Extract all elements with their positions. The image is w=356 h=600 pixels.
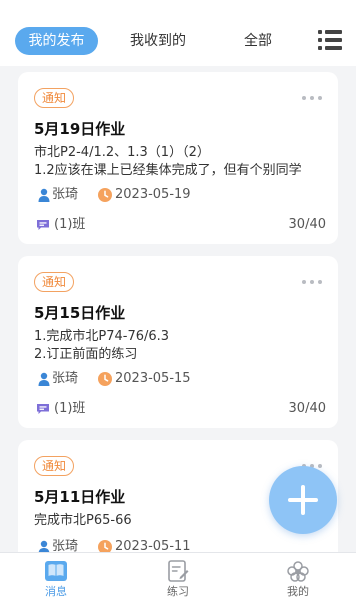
exercise-edit-icon	[168, 560, 189, 582]
clock-icon	[98, 540, 112, 552]
card-title: 5月19日作业	[34, 120, 126, 138]
top-tab-bar: 我的发布 我收到的 全部	[0, 0, 356, 66]
author-name: 张琦	[52, 539, 79, 552]
author-name: 张琦	[52, 187, 79, 202]
bottom-nav: 消息 练习 我的	[0, 552, 356, 600]
chat-icon	[37, 404, 49, 414]
clock-icon	[98, 188, 112, 202]
read-count: 30/40	[288, 217, 326, 232]
read-count: 30/40	[288, 401, 326, 416]
card-footer: (1)班 30/40	[34, 216, 326, 234]
publish-date: 2023-05-15	[115, 371, 191, 386]
card-body-line: 市北P2-4/1.2、1.3（1）（2）	[34, 145, 210, 160]
list-item[interactable]: 通知 5月15日作业 1.完成市北P74-76/6.3 2.订正前面的练习 张琦…	[18, 256, 338, 428]
person-icon	[38, 188, 50, 202]
card-footer: (1)班 30/40	[34, 400, 326, 418]
tab-all[interactable]: 全部	[232, 27, 284, 55]
nav-label: 练习	[167, 585, 189, 598]
person-icon	[38, 540, 50, 552]
clock-icon	[98, 372, 112, 386]
nav-label: 我的	[287, 585, 309, 598]
author-name: 张琦	[52, 371, 79, 386]
notice-badge: 通知	[34, 456, 74, 476]
card-title: 5月15日作业	[34, 304, 126, 322]
card-body-line: 2.订正前面的练习	[34, 347, 138, 362]
list-item[interactable]: 通知 5月19日作业 市北P2-4/1.2、1.3（1）（2） 1.2应该在课上…	[18, 72, 338, 244]
class-name: (1)班	[54, 217, 86, 232]
publish-date: 2023-05-19	[115, 187, 191, 202]
card-meta: 张琦 2023-05-19	[34, 186, 234, 204]
notice-badge: 通知	[34, 272, 74, 292]
chat-icon	[37, 220, 49, 230]
nav-label: 消息	[45, 585, 67, 598]
tab-received[interactable]: 我收到的	[120, 27, 196, 55]
nav-item-exercise[interactable]: 练习	[148, 553, 208, 600]
more-options-icon[interactable]	[302, 96, 322, 100]
more-options-icon[interactable]	[302, 280, 322, 284]
card-title: 5月11日作业	[34, 488, 126, 506]
card-meta: 张琦 2023-05-11	[34, 538, 234, 552]
publish-date: 2023-05-11	[115, 539, 191, 552]
message-book-icon	[45, 561, 67, 581]
person-icon	[38, 372, 50, 386]
notice-badge: 通知	[34, 88, 74, 108]
card-meta: 张琦 2023-05-15	[34, 370, 234, 388]
nav-item-mine[interactable]: 我的	[268, 553, 328, 600]
profile-flower-icon	[287, 561, 309, 582]
tab-my-published[interactable]: 我的发布	[15, 27, 98, 55]
card-body-line: 1.完成市北P74-76/6.3	[34, 329, 170, 344]
add-notice-button[interactable]	[269, 466, 337, 534]
nav-item-messages[interactable]: 消息	[26, 553, 86, 600]
list-menu-icon[interactable]	[318, 30, 342, 50]
class-name: (1)班	[54, 401, 86, 416]
card-body-line: 1.2应该在课上已经集体完成了，但有个别同学	[34, 163, 302, 178]
